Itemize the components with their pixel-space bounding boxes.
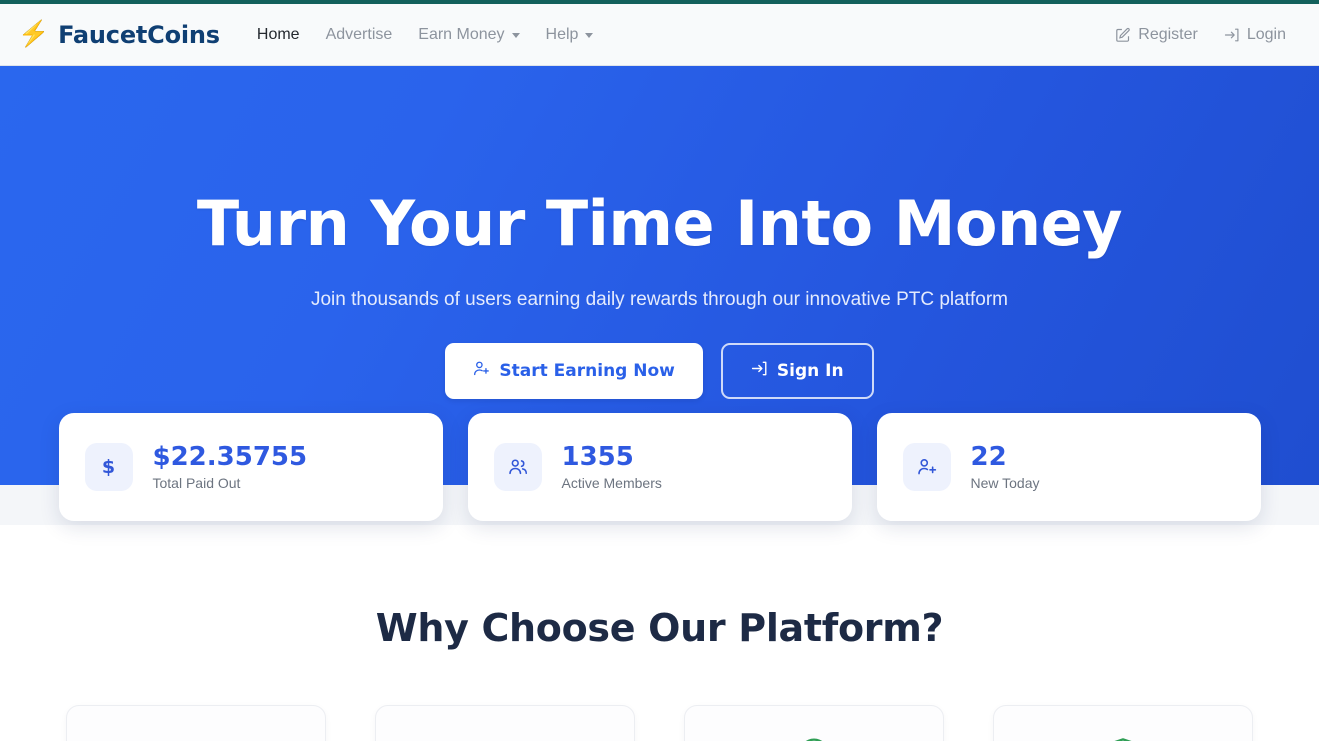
login-link[interactable]: Login xyxy=(1213,20,1297,50)
hero-section: Turn Your Time Into Money Join thousands… xyxy=(0,66,1319,521)
register-link[interactable]: Register xyxy=(1104,20,1209,50)
hero-subtitle: Join thousands of users earning daily re… xyxy=(310,289,1009,311)
features-grid xyxy=(0,705,1319,741)
brand-logo[interactable]: ⚡ FaucetCoins xyxy=(18,21,220,49)
features-heading: Why Choose Our Platform? xyxy=(375,606,944,650)
box-arrow-in-right-icon xyxy=(751,360,768,382)
stat-value-active-members: 1355 xyxy=(561,441,634,472)
stat-card-active-members: 1355 Active Members xyxy=(467,413,852,521)
nav-item-advertise: Advertise xyxy=(313,20,406,50)
hero-title: Turn Your Time Into Money xyxy=(196,187,1123,260)
stats-row: $ $22.35755 Total Paid Out 1355 Active M… xyxy=(0,413,1319,521)
sign-in-label: Sign In xyxy=(776,361,844,382)
nav-link-home-label: Home xyxy=(256,25,300,43)
start-earning-button[interactable]: Start Earning Now xyxy=(445,343,703,400)
stat-label-active-members: Active Members xyxy=(561,475,662,492)
stat-card-total-paid-out: $ $22.35755 Total Paid Out xyxy=(58,413,443,521)
main-navbar: ⚡ FaucetCoins Home Advertise Earn Money … xyxy=(0,4,1319,66)
dollar-glyph: $ xyxy=(101,456,116,478)
nav-link-advertise[interactable]: Advertise xyxy=(313,20,406,50)
shield-check-icon xyxy=(1106,736,1140,741)
nav-link-advertise-label: Advertise xyxy=(325,25,393,43)
people-icon xyxy=(493,443,542,491)
nav-link-home[interactable]: Home xyxy=(244,20,313,50)
stat-card-new-today: 22 New Today xyxy=(876,413,1261,521)
lightning-bolt-icon: ⚡ xyxy=(18,20,50,48)
features-section: Why Choose Our Platform? xyxy=(0,525,1319,741)
nav-link-earn-money[interactable]: Earn Money xyxy=(405,20,532,50)
hero-cta-group: Start Earning Now Sign In xyxy=(0,343,1319,400)
pencil-square-icon xyxy=(1115,27,1131,43)
nav-item-earn-money: Earn Money xyxy=(405,20,532,50)
nav-item-home: Home xyxy=(244,20,313,50)
nav-link-help[interactable]: Help xyxy=(533,20,607,50)
sign-in-button[interactable]: Sign In xyxy=(720,343,874,400)
brand-name: FaucetCoins xyxy=(58,20,220,49)
chevron-down-icon xyxy=(585,33,594,38)
people-group-icon xyxy=(488,736,522,741)
nav-links: Home Advertise Earn Money Help xyxy=(244,20,607,50)
stat-label-new-today: New Today xyxy=(970,475,1040,492)
nav-right-actions: Register Login xyxy=(1104,20,1297,50)
box-arrow-in-right-icon xyxy=(1224,27,1240,43)
person-plus-icon xyxy=(902,443,951,491)
chevron-down-icon xyxy=(511,33,520,38)
hero-content: Turn Your Time Into Money Join thousands… xyxy=(0,66,1319,400)
cash-stack-icon xyxy=(179,736,213,741)
register-label: Register xyxy=(1138,25,1198,43)
stat-label-total-paid-out: Total Paid Out xyxy=(152,475,241,492)
stat-text-group: 1355 Active Members xyxy=(562,443,662,492)
feature-card-referrals[interactable] xyxy=(375,705,635,741)
feature-card-earnings[interactable] xyxy=(66,705,326,741)
person-plus-icon xyxy=(473,360,490,382)
nav-item-help: Help xyxy=(533,20,607,50)
dollar-sign-icon: $ xyxy=(84,443,133,491)
feature-card-secure[interactable] xyxy=(993,705,1253,741)
nav-link-help-label: Help xyxy=(545,25,579,43)
stat-value-total-paid-out: $22.35755 xyxy=(152,441,308,472)
feature-card-instant[interactable] xyxy=(684,705,944,741)
stat-text-group: 22 New Today xyxy=(971,443,1040,492)
start-earning-label: Start Earning Now xyxy=(499,361,675,382)
stat-value-new-today: 22 xyxy=(970,441,1007,472)
stat-text-group: $22.35755 Total Paid Out xyxy=(153,443,308,492)
clock-icon xyxy=(797,736,831,741)
login-label: Login xyxy=(1246,25,1286,43)
nav-link-earn-money-label: Earn Money xyxy=(418,25,505,43)
